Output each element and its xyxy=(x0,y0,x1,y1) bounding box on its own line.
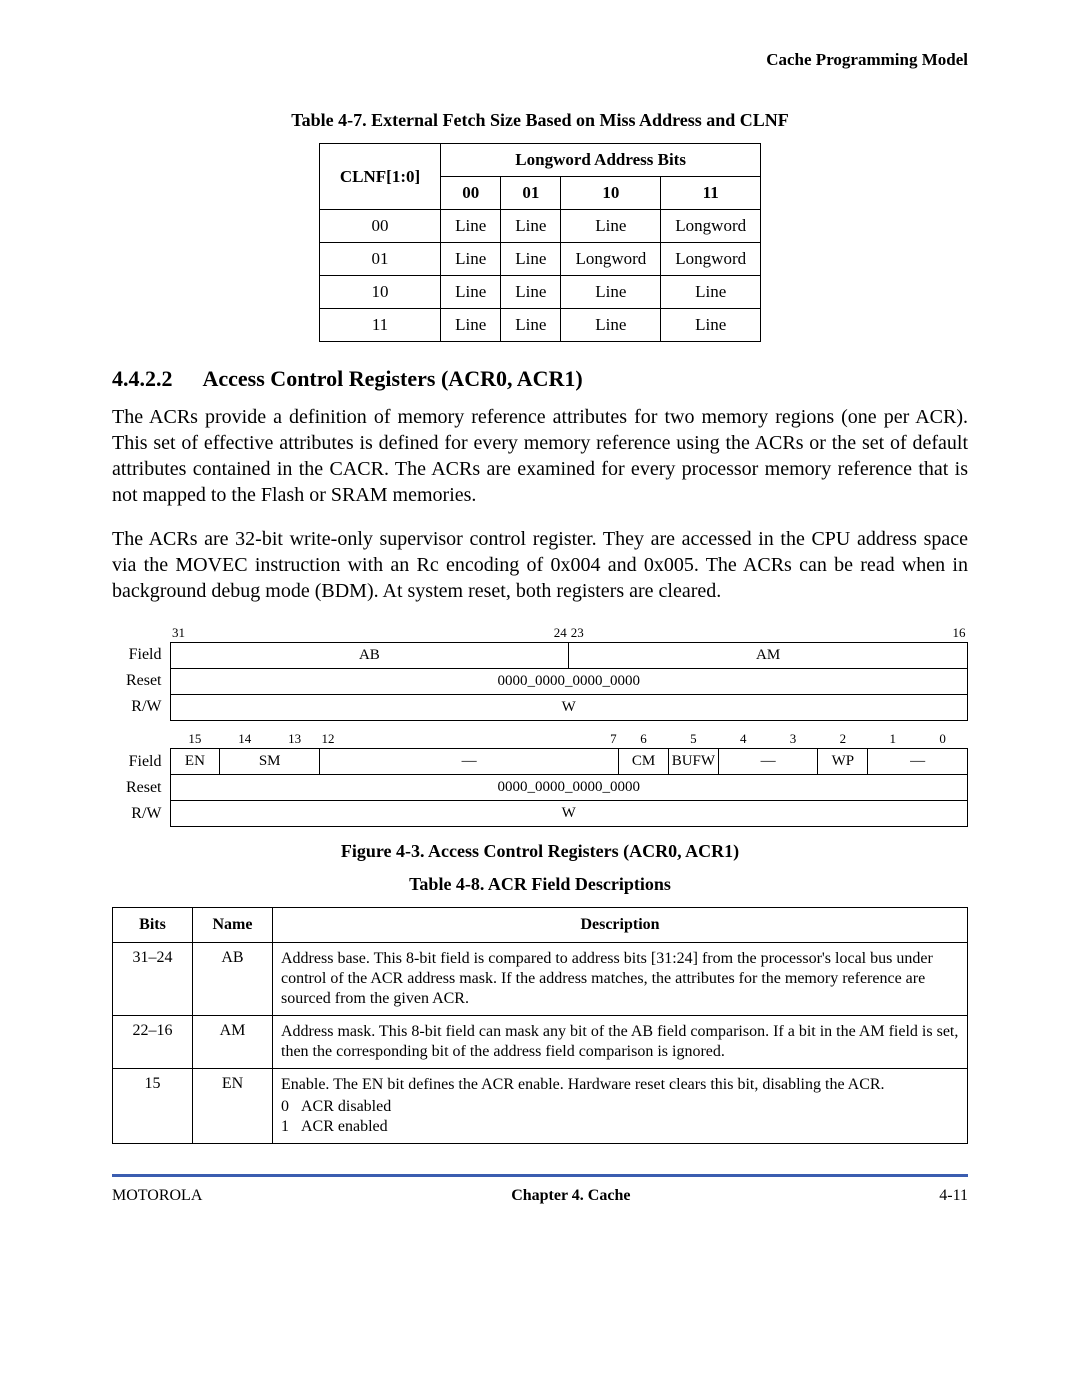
table-row: 01 Line Line Longword Longword xyxy=(319,243,760,276)
field-wp: WP xyxy=(818,749,868,775)
rw-upper: W xyxy=(170,694,968,720)
col-11: 11 xyxy=(661,177,761,210)
field-en: EN xyxy=(170,749,220,775)
hdr-bits: Bits xyxy=(113,908,193,943)
page-footer: MOTOROLA Chapter 4. Cache 4-11 xyxy=(112,1187,968,1205)
hdr-name: Name xyxy=(193,908,273,943)
field-reserved-3: — xyxy=(868,749,968,775)
figure43-caption: Figure 4-3. Access Control Registers (AC… xyxy=(112,841,968,862)
table-row: 31–24 AB Address base. This 8-bit field … xyxy=(113,943,968,1016)
field-bufw: BUFW xyxy=(668,749,718,775)
register-diagram: 31 24 23 16 Field AB AM Reset 0000_0000_… xyxy=(112,624,968,827)
field-cm: CM xyxy=(619,749,669,775)
section-heading: 4.4.2.2 Access Control Registers (ACR0, A… xyxy=(112,366,968,392)
table-4-8: Bits Name Description 31–24 AB Address b… xyxy=(112,907,968,1144)
col-00: 00 xyxy=(441,177,501,210)
table-row: 15 EN Enable. The EN bit defines the ACR… xyxy=(113,1069,968,1144)
running-header: Cache Programming Model xyxy=(112,50,968,70)
field-am: AM xyxy=(569,642,968,668)
en-desc: Enable. The EN bit defines the ACR enabl… xyxy=(281,1076,885,1093)
reset-lower: 0000_0000_0000_0000 xyxy=(170,775,968,801)
paragraph-1: The ACRs provide a definition of memory … xyxy=(112,404,968,508)
footer-right: 4-11 xyxy=(939,1187,968,1205)
rw-lower: W xyxy=(170,801,968,827)
register-lower: 15 14 13 12 7 6 5 4 3 2 1 0 Field EN SM … xyxy=(112,731,968,828)
footer-left: MOTOROLA xyxy=(112,1187,202,1205)
table48-caption: Table 4-8. ACR Field Descriptions xyxy=(112,874,968,895)
register-upper: 31 24 23 16 Field AB AM Reset 0000_0000_… xyxy=(112,624,968,721)
field-ab: AB xyxy=(170,642,569,668)
section-title: Access Control Registers (ACR0, ACR1) xyxy=(203,366,583,391)
col-10: 10 xyxy=(561,177,661,210)
field-reserved-2: — xyxy=(718,749,818,775)
table-row: 00 Line Line Line Longword xyxy=(319,210,760,243)
table47-caption: Table 4-7. External Fetch Size Based on … xyxy=(112,110,968,131)
clnf-header: CLNF[1:0] xyxy=(319,144,440,210)
hdr-desc: Description xyxy=(273,908,968,943)
reset-upper: 0000_0000_0000_0000 xyxy=(170,668,968,694)
table-row: 22–16 AM Address mask. This 8-bit field … xyxy=(113,1016,968,1069)
table-row: 10 Line Line Line Line xyxy=(319,276,760,309)
footer-center: Chapter 4. Cache xyxy=(511,1187,630,1205)
table-4-7: CLNF[1:0] Longword Address Bits 00 01 10… xyxy=(319,143,761,342)
longword-header: Longword Address Bits xyxy=(441,144,761,177)
field-sm: SM xyxy=(220,749,320,775)
col-01: 01 xyxy=(501,177,561,210)
footer-rule xyxy=(112,1174,968,1177)
section-number: 4.4.2.2 xyxy=(112,366,173,391)
paragraph-2: The ACRs are 32-bit write-only superviso… xyxy=(112,526,968,604)
field-reserved-1: — xyxy=(320,749,619,775)
table-row: 11 Line Line Line Line xyxy=(319,309,760,342)
